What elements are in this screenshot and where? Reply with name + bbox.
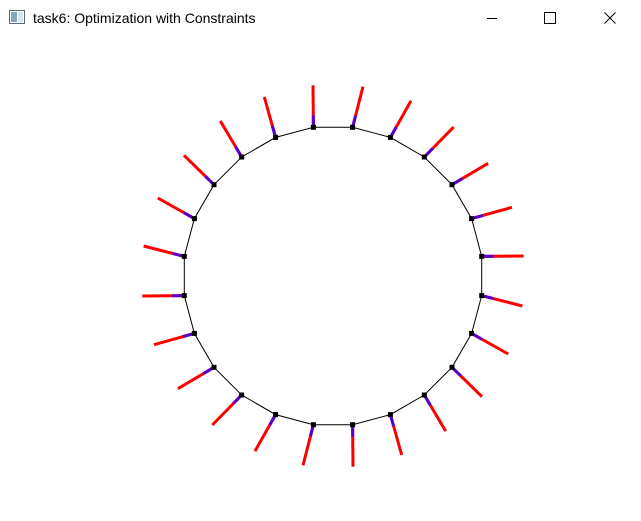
- ring-vertex: [192, 331, 197, 336]
- maximize-icon: [544, 12, 556, 24]
- ring-vertex: [239, 155, 244, 160]
- close-button[interactable]: [581, 0, 639, 36]
- minimize-button[interactable]: [463, 0, 521, 36]
- ring-vertex: [192, 216, 197, 221]
- ring-vertex: [422, 155, 427, 160]
- close-icon: [604, 12, 616, 24]
- render-canvas[interactable]: [0, 36, 641, 516]
- ring-vertex: [350, 125, 355, 130]
- minimize-icon: [486, 12, 498, 24]
- ring-vertex: [182, 254, 187, 259]
- maximize-button[interactable]: [521, 0, 579, 36]
- ring-vertex: [469, 216, 474, 221]
- ring-vertex: [450, 365, 455, 370]
- ring-vertex: [273, 412, 278, 417]
- window-title: task6: Optimization with Constraints: [33, 10, 256, 26]
- window-app-icon: [9, 10, 25, 24]
- ring-vertex: [422, 393, 427, 398]
- ring-vertex: [311, 125, 316, 130]
- ring-vertex: [469, 331, 474, 336]
- ring-vertex: [273, 135, 278, 140]
- ring-vertex: [350, 422, 355, 427]
- title-bar[interactable]: task6: Optimization with Constraints: [0, 0, 641, 36]
- ring-vertex: [239, 393, 244, 398]
- ring-vertex: [450, 182, 455, 187]
- ring-vertex: [182, 293, 187, 298]
- ring-vertex: [212, 365, 217, 370]
- ring-vertex: [479, 254, 484, 259]
- ring-vertex: [479, 293, 484, 298]
- ring-vertex: [311, 422, 316, 427]
- ring-vertex: [388, 135, 393, 140]
- simulation-scene: [0, 36, 641, 516]
- ring-outline: [184, 127, 481, 424]
- ring-vertex: [388, 412, 393, 417]
- ring-vertex: [212, 182, 217, 187]
